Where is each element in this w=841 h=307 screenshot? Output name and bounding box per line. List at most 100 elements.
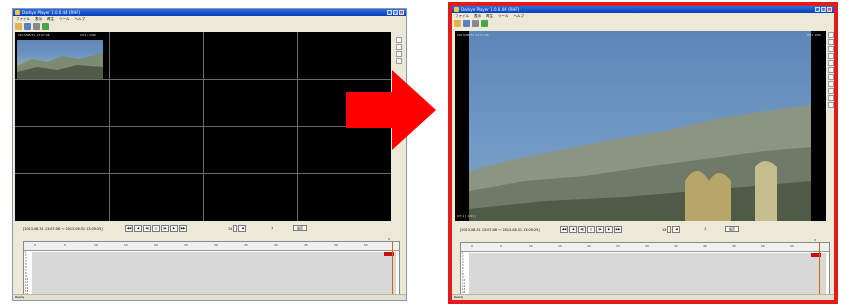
menu-file[interactable]: ファイル [16, 16, 30, 22]
layout-4-button[interactable] [828, 39, 834, 45]
playhead[interactable] [392, 242, 393, 297]
step-back-button[interactable]: ◀| [143, 224, 151, 232]
pause-button[interactable]: || [587, 225, 595, 233]
save-icon[interactable] [24, 23, 31, 30]
open-icon[interactable] [15, 23, 22, 30]
tick-label: 10 [94, 243, 98, 247]
rewind-fast-button[interactable]: ◀◀ [125, 224, 133, 232]
tick-label: 15 [558, 244, 562, 248]
rewind-button[interactable]: ◀ [569, 225, 577, 233]
grid-divider [15, 79, 391, 80]
print-icon[interactable] [472, 20, 479, 27]
speed-spinner[interactable] [667, 226, 672, 233]
minimize-button[interactable]: _ [387, 10, 392, 15]
layout-1-button[interactable] [396, 37, 402, 43]
snapshot-button[interactable] [828, 67, 834, 73]
tick-label: 5 [500, 244, 502, 248]
rewind-fast-button[interactable]: ◀◀ [560, 225, 568, 233]
speed-label: 1X [662, 227, 667, 232]
single-channel-view[interactable]: 2013/08/31 13:07:06 CH1 1/80 CH 1 [ 1/01… [455, 31, 826, 221]
layout-9-button[interactable] [828, 46, 834, 52]
left-player-window: Darkye Player 1.0.0.44 (RHF) _ □ × ファイル … [12, 8, 407, 301]
reef-scene [17, 53, 103, 80]
settings-button[interactable]: 設定 [725, 226, 739, 232]
print-icon[interactable] [33, 23, 40, 30]
right-menu-bar: ファイル 表示 再生 ツール ヘルプ [452, 13, 834, 19]
audio-button[interactable] [828, 81, 834, 87]
export-icon[interactable] [481, 20, 488, 27]
save-icon[interactable] [463, 20, 470, 27]
left-menu-bar: ファイル 表示 再生 ツール ヘルプ [13, 16, 406, 22]
playhead[interactable] [819, 243, 820, 296]
tick-label: 10 [529, 244, 533, 248]
minimize-button[interactable]: _ [815, 7, 820, 12]
menu-play[interactable]: 再生 [47, 16, 54, 22]
left-window-title: Darkye Player 1.0.0.44 (RHF) [22, 10, 81, 15]
right-window-title: Darkye Player 1.0.0.44 (RHF) [461, 7, 520, 12]
step-forward-button[interactable]: |▶ [161, 224, 169, 232]
left-timeline: 0 5 10 15 20 25 30 35 40 45 50 55 123456… [23, 241, 400, 298]
pause-button[interactable]: || [152, 224, 160, 232]
settings-button[interactable]: 設定 [293, 225, 307, 231]
playback-controls: ◀◀ ◀ ◀| || |▶ ▶ ▶▶ [560, 224, 622, 234]
layout-16-button[interactable] [828, 53, 834, 59]
grid-divider [15, 173, 391, 174]
right-side-buttons [828, 32, 834, 108]
play-button[interactable]: ▶ [170, 224, 178, 232]
tick-label: 20 [587, 244, 591, 248]
layout-16-button[interactable] [396, 58, 402, 64]
info-button[interactable] [828, 88, 834, 94]
tick-label: 30 [214, 243, 218, 247]
print-button[interactable] [828, 95, 834, 101]
speed-control: 1X ◀ [662, 226, 681, 233]
speed-apply-button[interactable]: ◀ [238, 225, 247, 232]
tick-label: 5 [64, 243, 66, 247]
menu-help[interactable]: ヘルプ [514, 13, 525, 19]
layout-9-button[interactable] [396, 51, 402, 57]
tick-label: 50 [334, 243, 338, 247]
page-value: 1 [704, 227, 707, 231]
menu-view[interactable]: 表示 [35, 16, 42, 22]
close-button[interactable]: × [399, 10, 404, 15]
zoom-button[interactable] [828, 74, 834, 80]
left-title-bar: Darkye Player 1.0.0.44 (RHF) _ □ × [13, 9, 406, 16]
menu-tools[interactable]: ツール [498, 13, 509, 19]
menu-file[interactable]: ファイル [455, 13, 469, 19]
status-text: Ready [15, 295, 25, 299]
transition-arrow [346, 70, 436, 150]
speed-label: 1X [228, 226, 233, 231]
tick-label: 25 [184, 243, 188, 247]
speed-spinner[interactable] [233, 225, 238, 232]
layout-1-button[interactable] [828, 32, 834, 38]
tick-label: 40 [274, 243, 278, 247]
left-status-bar: Ready [13, 294, 406, 300]
speed-apply-button[interactable]: ◀ [672, 226, 681, 233]
export-icon[interactable] [42, 23, 49, 30]
channel-1-thumbnail[interactable] [17, 40, 103, 80]
menu-play[interactable]: 再生 [486, 13, 493, 19]
maximize-button[interactable]: □ [821, 7, 826, 12]
tick-label: 20 [154, 243, 158, 247]
menu-tools[interactable]: ツール [59, 16, 70, 22]
tick-label: 50 [761, 244, 765, 248]
play-button[interactable]: ▶ [605, 225, 613, 233]
close-button[interactable]: × [827, 7, 832, 12]
app-icon [15, 10, 20, 15]
channel-1-id: CH1 / 1/80 [80, 33, 96, 37]
grid-divider [15, 126, 391, 127]
open-icon[interactable] [454, 20, 461, 27]
rewind-button[interactable]: ◀ [134, 224, 142, 232]
channel-grid: 2013/08/31 13:07:06 CH1 / 1/80 [15, 32, 391, 221]
menu-help[interactable]: ヘルプ [75, 16, 86, 22]
step-back-button[interactable]: ◀| [578, 225, 586, 233]
step-forward-button[interactable]: |▶ [596, 225, 604, 233]
fast-forward-button[interactable]: ▶▶ [179, 224, 187, 232]
fast-forward-button[interactable]: ▶▶ [614, 225, 622, 233]
layout-4-button[interactable] [396, 44, 402, 50]
menu-view[interactable]: 表示 [474, 13, 481, 19]
export-button[interactable] [828, 102, 834, 108]
status-text: Ready [454, 295, 464, 299]
arrow-shape [346, 70, 436, 150]
maximize-button[interactable]: □ [393, 10, 398, 15]
layout-25-button[interactable] [828, 60, 834, 66]
